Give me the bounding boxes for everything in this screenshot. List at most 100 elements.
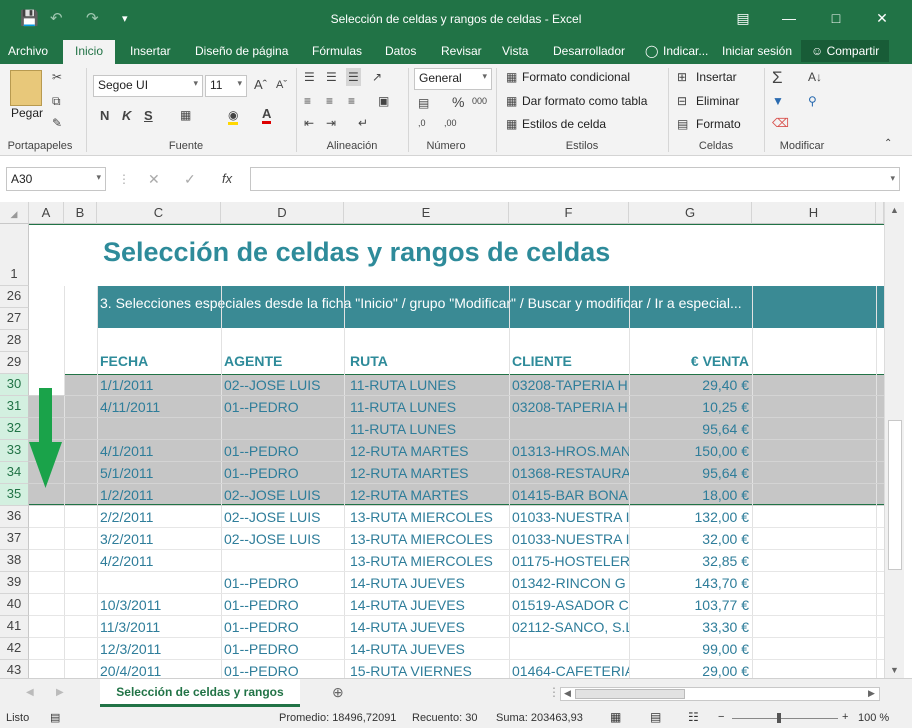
cell-venta[interactable]: 29,00 € [629, 660, 752, 678]
cell-fecha[interactable]: 1/1/2011 [97, 374, 221, 396]
bold-icon[interactable]: N [100, 108, 109, 123]
cell-fecha[interactable]: 10/3/2011 [97, 594, 221, 616]
cell-fecha[interactable]: 4/11/2011 [97, 396, 221, 418]
row-header-39[interactable]: 39 [0, 572, 29, 594]
cell-venta[interactable]: 132,00 € [629, 506, 752, 528]
row-header-31[interactable]: 31 [0, 396, 29, 418]
cell-venta[interactable]: 18,00 € [629, 484, 752, 506]
cell-fecha[interactable]: 4/1/2011 [97, 440, 221, 462]
align-center-icon[interactable]: ≡ [326, 94, 333, 108]
paste-icon[interactable] [10, 70, 42, 106]
scroll-up-icon[interactable]: ▲ [890, 205, 899, 215]
cell-agente[interactable] [221, 550, 344, 572]
cell-venta[interactable]: 143,70 € [629, 572, 752, 594]
row-header-36[interactable]: 36 [0, 506, 29, 528]
close-icon[interactable]: ✕ [867, 10, 897, 27]
find-select-icon[interactable]: ⚲ [808, 94, 817, 108]
scroll-left-icon[interactable]: ◀ [564, 688, 571, 699]
cell-venta[interactable]: 95,64 € [629, 418, 752, 440]
scroll-thumb[interactable] [888, 420, 902, 570]
delete-cells-button[interactable]: Eliminar [696, 94, 739, 108]
tab-insertar[interactable]: Insertar [130, 44, 171, 58]
clear-icon[interactable]: ⌫ [772, 116, 789, 130]
cell-ruta[interactable]: 12-RUTA MARTES [344, 440, 509, 462]
prev-sheet-icon[interactable]: ◀ [26, 687, 34, 698]
cell-ruta[interactable]: 11-RUTA LUNES [344, 396, 509, 418]
cell-fecha[interactable]: 12/3/2011 [97, 638, 221, 660]
cell-agente[interactable]: 02--JOSE LUIS [221, 528, 344, 550]
cell-ruta[interactable]: 11-RUTA LUNES [344, 418, 509, 440]
collapse-ribbon-icon[interactable]: ⌃ [884, 138, 892, 149]
cell-ruta[interactable]: 12-RUTA MARTES [344, 484, 509, 506]
row-header-32[interactable]: 32 [0, 418, 29, 440]
name-box[interactable]: A30 ▾ [6, 167, 106, 191]
cell-cliente[interactable] [509, 418, 629, 440]
hscroll-thumb[interactable] [575, 689, 685, 699]
decrease-indent-icon[interactable]: ⇤ [304, 116, 314, 130]
cell-agente[interactable]: 01--PEDRO [221, 660, 344, 678]
insert-function-icon[interactable]: fx [222, 171, 232, 186]
row-header-43[interactable]: 43 [0, 660, 29, 678]
minimize-icon[interactable]: — [774, 10, 804, 26]
cell-cliente[interactable]: 02112-SANCO, S.L [509, 616, 629, 638]
font-name-select[interactable]: Segoe UI ▾ [93, 75, 203, 97]
conditional-format-button[interactable]: Formato condicional [522, 70, 630, 84]
row-header-29[interactable]: 29 [0, 352, 29, 374]
scroll-down-icon[interactable]: ▼ [890, 665, 899, 675]
cell-agente[interactable]: 01--PEDRO [221, 396, 344, 418]
cancel-icon[interactable]: ✕ [148, 171, 160, 188]
zoom-level[interactable]: 100 % [858, 712, 889, 724]
cell-styles-button[interactable]: Estilos de celda [522, 117, 606, 131]
macro-record-icon[interactable]: ▤ [50, 711, 60, 724]
col-header-a[interactable]: A [29, 202, 64, 224]
sign-in-link[interactable]: Iniciar sesión [722, 44, 792, 58]
header-ruta[interactable]: RUTA [344, 350, 509, 372]
row-header-28[interactable]: 28 [0, 330, 29, 352]
cell-fecha[interactable]: 20/4/2011 [97, 660, 221, 678]
cell-fecha[interactable]: 3/2/2011 [97, 528, 221, 550]
zoom-in-icon[interactable]: + [842, 711, 848, 723]
col-header-g[interactable]: G [629, 202, 752, 224]
cell-cliente[interactable]: 01342-RINCON G [509, 572, 629, 594]
percent-icon[interactable]: % [452, 94, 464, 110]
autosum-icon[interactable]: Σ [772, 68, 783, 88]
ribbon-display-icon[interactable]: ▤ [728, 10, 758, 27]
number-format-select[interactable]: General ▾ [414, 68, 492, 90]
tab-vista[interactable]: Vista [502, 44, 528, 58]
cut-icon[interactable]: ✂ [52, 70, 62, 84]
row-header-30[interactable]: 30 [0, 374, 29, 396]
format-cells-button[interactable]: Formato [696, 117, 741, 131]
col-header-d[interactable]: D [221, 202, 344, 224]
header-fecha[interactable]: FECHA [97, 350, 221, 372]
cell-venta[interactable]: 10,25 € [629, 396, 752, 418]
merge-center-icon[interactable]: ▣ [378, 94, 389, 108]
row-header-37[interactable]: 37 [0, 528, 29, 550]
insert-cells-button[interactable]: Insertar [696, 70, 737, 84]
cell-cliente[interactable]: 03208-TAPERIA H [509, 374, 629, 396]
fill-color-icon[interactable]: ◉ [228, 108, 239, 125]
zoom-out-icon[interactable]: − [718, 711, 724, 723]
maximize-icon[interactable]: □ [821, 10, 851, 26]
cell-fecha[interactable]: 2/2/2011 [97, 506, 221, 528]
normal-view-icon[interactable]: ▦ [610, 710, 621, 724]
cell-agente[interactable] [221, 418, 344, 440]
vertical-scrollbar[interactable]: ▲ ▼ [884, 202, 904, 678]
align-left-icon[interactable]: ≡ [304, 94, 311, 108]
cell-venta[interactable]: 29,40 € [629, 374, 752, 396]
cell-agente[interactable]: 01--PEDRO [221, 572, 344, 594]
cell-ruta[interactable]: 15-RUTA VIERNES [344, 660, 509, 678]
cell-agente[interactable]: 01--PEDRO [221, 462, 344, 484]
cell-venta[interactable]: 150,00 € [629, 440, 752, 462]
fill-icon[interactable]: ▼ [772, 94, 784, 108]
col-header-e[interactable]: E [344, 202, 509, 224]
align-bottom-icon[interactable]: ☰ [346, 68, 361, 86]
col-header-f[interactable]: F [509, 202, 629, 224]
cell-ruta[interactable]: 11-RUTA LUNES [344, 374, 509, 396]
cell-venta[interactable]: 33,30 € [629, 616, 752, 638]
cell-fecha[interactable]: 4/2/2011 [97, 550, 221, 572]
cell-agente[interactable]: 02--JOSE LUIS [221, 484, 344, 506]
font-size-select[interactable]: 11 ▾ [205, 75, 247, 97]
cell-ruta[interactable]: 13-RUTA MIERCOLES [344, 528, 509, 550]
zoom-slider[interactable] [732, 718, 838, 719]
header-cliente[interactable]: CLIENTE [509, 350, 629, 372]
